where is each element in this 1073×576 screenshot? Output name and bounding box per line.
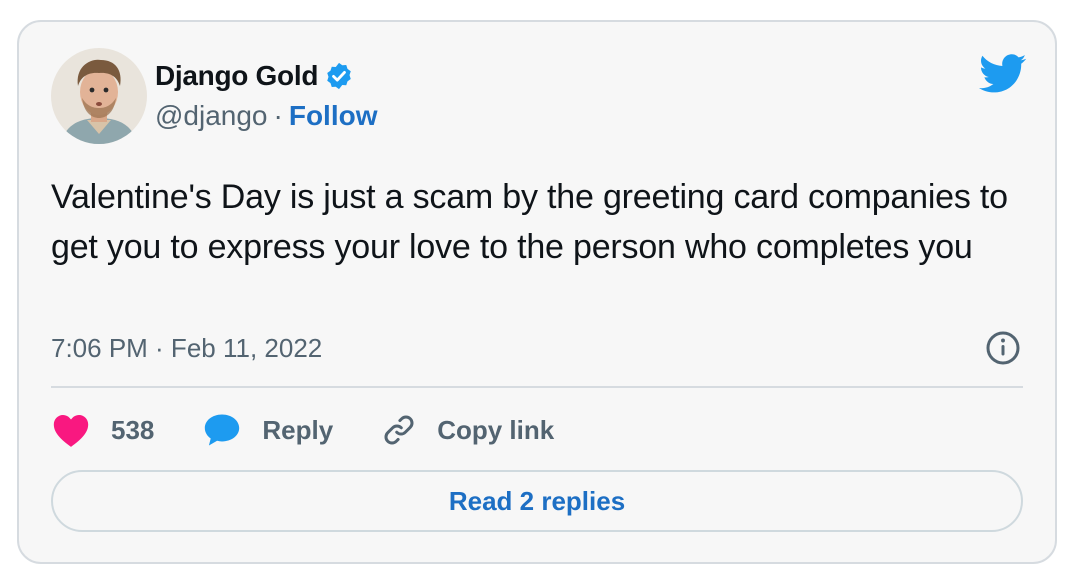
tweet-actions: 538 Reply Copy link [51, 408, 554, 452]
copy-link-button[interactable]: Copy link [381, 412, 554, 448]
link-icon [381, 412, 417, 448]
avatar[interactable] [51, 48, 147, 144]
read-replies-label: Read 2 replies [448, 485, 626, 516]
heart-icon [51, 412, 91, 448]
reply-label: Reply [262, 414, 334, 445]
author-handle-row: @django · Follow [155, 98, 378, 134]
tweet-text: Valentine's Day is just a scam by the gr… [51, 178, 1008, 266]
author-handle[interactable]: @django [155, 100, 268, 132]
twitter-bird-icon[interactable] [979, 54, 1027, 94]
divider [51, 386, 1023, 388]
speech-bubble-icon [202, 412, 242, 448]
tweet-card: Django Gold @django · Follow Valentine's… [17, 20, 1057, 564]
separator-dot: · [273, 100, 283, 131]
author-name[interactable]: Django Gold [155, 60, 318, 92]
info-icon[interactable] [985, 330, 1021, 366]
tweet-timestamp[interactable]: 7:06 PM · Feb 11, 2022 [51, 333, 322, 364]
avatar-image [51, 48, 147, 144]
reply-button[interactable]: Reply [202, 412, 333, 448]
copy-link-label: Copy link [437, 414, 555, 445]
like-button[interactable]: 538 [51, 412, 154, 448]
like-count: 538 [111, 414, 155, 445]
verified-badge-icon [324, 61, 354, 91]
follow-button[interactable]: Follow [289, 100, 378, 132]
read-replies-button[interactable]: Read 2 replies [51, 470, 1023, 532]
tweet-timestamp-row: 7:06 PM · Feb 11, 2022 [51, 328, 322, 368]
author-name-row: Django Gold [155, 58, 354, 94]
